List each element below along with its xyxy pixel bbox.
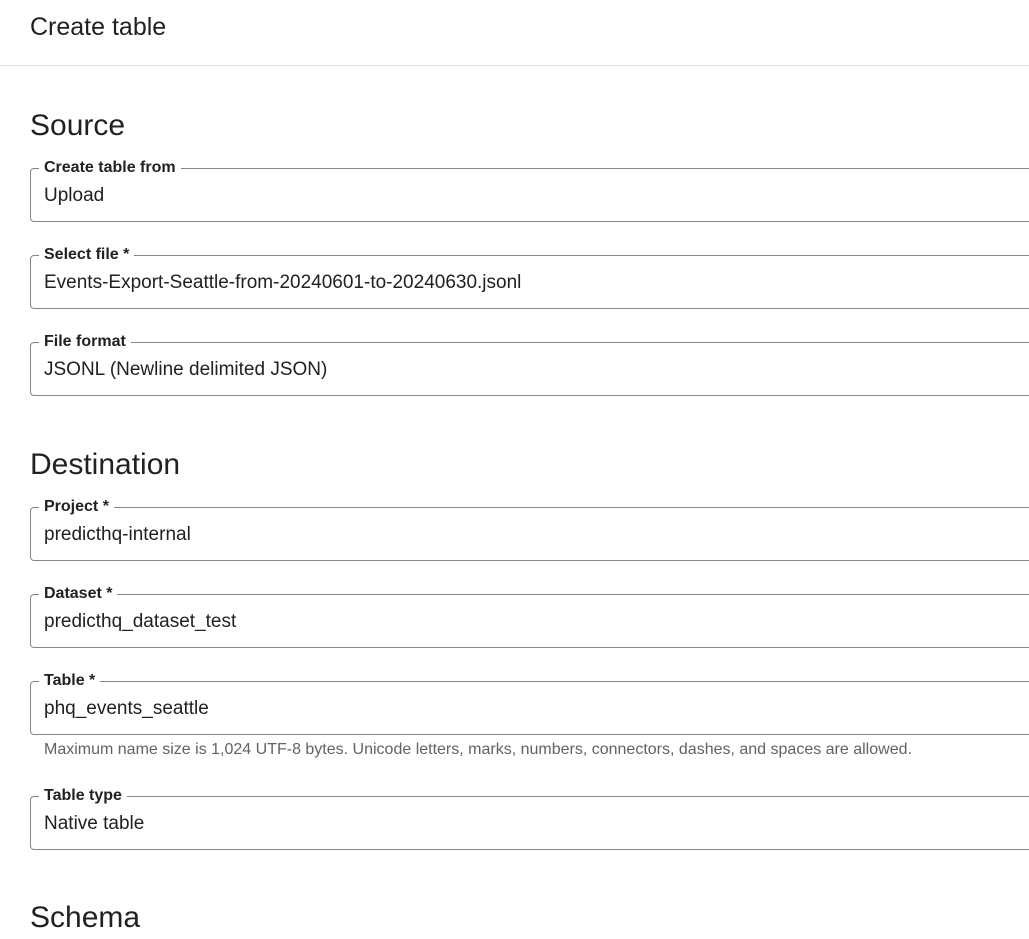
select-file-label: Select file *	[39, 245, 135, 265]
file-format-label: File format	[39, 332, 131, 352]
table-name-value: phq_events_seattle	[44, 698, 209, 719]
table-type-label: Table type	[39, 786, 127, 806]
file-format-select[interactable]: File format JSONL (Newline delimited JSO…	[30, 332, 1029, 396]
destination-section-title: Destination	[30, 448, 181, 481]
source-section-title: Source	[30, 109, 126, 142]
create-table-page: Create table Source Create table from Up…	[0, 0, 1029, 939]
table-type-select[interactable]: Table type Native table	[30, 786, 1029, 850]
project-label: Project *	[39, 497, 114, 517]
schema-section-title: Schema	[30, 901, 141, 934]
dataset-value: predicthq_dataset_test	[44, 611, 237, 632]
page-header: Create table	[0, 0, 1029, 66]
table-name-hint: Maximum name size is 1,024 UTF-8 bytes. …	[44, 741, 912, 758]
table-name-label: Table *	[39, 671, 101, 691]
table-type-value: Native table	[44, 813, 145, 834]
table-name-input[interactable]: Table * phq_events_seattle	[30, 671, 1029, 735]
file-format-value: JSONL (Newline delimited JSON)	[44, 359, 328, 380]
select-file-field[interactable]: Select file * Events-Export-Seattle-from…	[30, 245, 1029, 309]
dataset-select[interactable]: Dataset * predicthq_dataset_test	[30, 584, 1029, 648]
create-table-from-label: Create table from	[39, 158, 181, 178]
create-table-from-select[interactable]: Create table from Upload	[30, 158, 1029, 222]
project-field[interactable]: Project * predicthq-internal	[30, 497, 1029, 561]
select-file-value: Events-Export-Seattle-from-20240601-to-2…	[44, 272, 522, 293]
page-title: Create table	[30, 13, 167, 41]
project-value: predicthq-internal	[44, 524, 191, 545]
dataset-label: Dataset *	[39, 584, 118, 604]
create-table-from-value: Upload	[44, 185, 105, 206]
